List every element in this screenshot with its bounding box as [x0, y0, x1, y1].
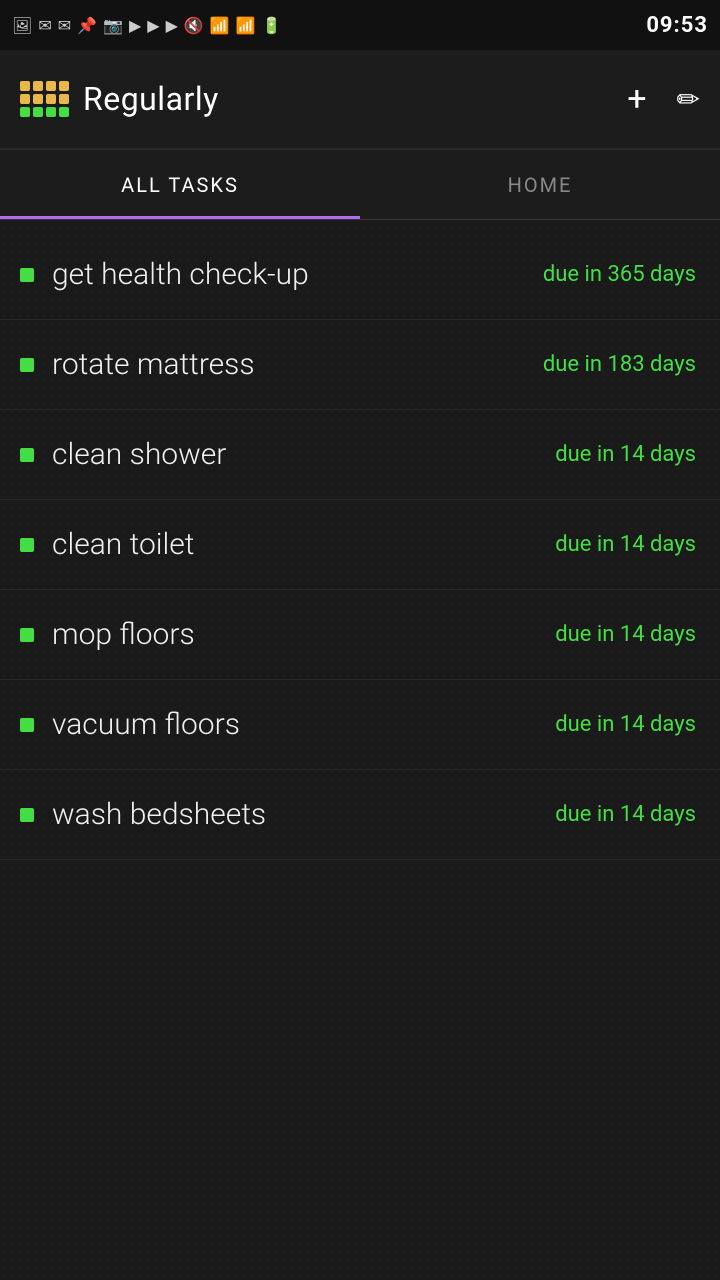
- task-name-5: mop floors: [52, 617, 195, 652]
- task-due-4: due in 14 days: [555, 532, 696, 557]
- task-bullet-2: [20, 358, 34, 372]
- app-title: Regularly: [83, 80, 219, 118]
- status-icons-left: 🖼 ✉ ✉ 📌 📷 ▶ ▶ ▶ 🔇 📶 📶 🔋: [12, 16, 282, 35]
- pin-icon: 📌: [77, 16, 97, 35]
- task-left-5: mop floors: [20, 617, 195, 652]
- task-left-3: clean shower: [20, 437, 226, 472]
- task-due-7: due in 14 days: [555, 802, 696, 827]
- task-item-7[interactable]: wash bedsheets due in 14 days: [0, 770, 720, 860]
- battery-icon: 🔋: [262, 16, 282, 35]
- status-bar: 🖼 ✉ ✉ 📌 📷 ▶ ▶ ▶ 🔇 📶 📶 🔋 09:53: [0, 0, 720, 50]
- task-name-7: wash bedsheets: [52, 797, 266, 832]
- logo-dot-1: [33, 81, 43, 91]
- task-bullet-7: [20, 808, 34, 822]
- task-due-1: due in 365 days: [543, 262, 696, 287]
- task-due-2: due in 183 days: [543, 352, 696, 377]
- add-button[interactable]: +: [627, 79, 646, 119]
- task-name-3: clean shower: [52, 437, 226, 472]
- task-item-2[interactable]: rotate mattress due in 183 days: [0, 320, 720, 410]
- task-bullet-4: [20, 538, 34, 552]
- task-bullet-1: [20, 268, 34, 282]
- task-left-1: get health check-up: [20, 257, 309, 292]
- logo-dot-6: [46, 94, 56, 104]
- logo-dot-5: [33, 94, 43, 104]
- mute-icon: 🔇: [184, 16, 204, 35]
- logo-dot-11: [59, 107, 69, 117]
- task-due-3: due in 14 days: [555, 442, 696, 467]
- email2-icon: ✉: [58, 16, 71, 35]
- task-list: get health check-up due in 365 days rotate…: [0, 220, 720, 870]
- app-logo: [20, 81, 69, 117]
- task-item-5[interactable]: mop floors due in 14 days: [0, 590, 720, 680]
- image-icon: 🖼: [12, 16, 32, 35]
- logo-dot-2: [46, 81, 56, 91]
- task-left-4: clean toilet: [20, 527, 194, 562]
- signal-icon: 📶: [236, 16, 256, 35]
- task-left-6: vacuum floors: [20, 707, 240, 742]
- logo-dot-3: [59, 81, 69, 91]
- logo-dot-9: [33, 107, 43, 117]
- task-due-6: due in 14 days: [555, 712, 696, 737]
- task-bullet-6: [20, 718, 34, 732]
- app-bar: Regularly + ✏: [0, 50, 720, 150]
- task-left-2: rotate mattress: [20, 347, 255, 382]
- logo-dot-7: [59, 94, 69, 104]
- tab-home[interactable]: HOME: [360, 150, 720, 219]
- task-item-4[interactable]: clean toilet due in 14 days: [0, 500, 720, 590]
- logo-dot-0: [20, 81, 30, 91]
- task-due-5: due in 14 days: [555, 622, 696, 647]
- task-name-4: clean toilet: [52, 527, 194, 562]
- camera-icon: 📷: [103, 16, 123, 35]
- task-left-7: wash bedsheets: [20, 797, 266, 832]
- tab-bar: ALL TASKS HOME: [0, 150, 720, 220]
- tab-all-tasks[interactable]: ALL TASKS: [0, 150, 360, 219]
- wifi-icon: 📶: [210, 16, 230, 35]
- logo-dot-8: [20, 107, 30, 117]
- task-item-6[interactable]: vacuum floors due in 14 days: [0, 680, 720, 770]
- task-bullet-5: [20, 628, 34, 642]
- play2-icon: ▶: [147, 16, 159, 35]
- play1-icon: ▶: [129, 16, 141, 35]
- task-name-1: get health check-up: [52, 257, 309, 292]
- logo-dot-10: [46, 107, 56, 117]
- task-name-2: rotate mattress: [52, 347, 255, 382]
- status-time: 09:53: [646, 13, 708, 38]
- task-item-1[interactable]: get health check-up due in 365 days: [0, 230, 720, 320]
- app-logo-area: Regularly: [20, 80, 627, 118]
- app-bar-actions: + ✏: [627, 79, 700, 119]
- email-icon: ✉: [38, 16, 51, 35]
- task-name-6: vacuum floors: [52, 707, 240, 742]
- task-bullet-3: [20, 448, 34, 462]
- play3-icon: ▶: [166, 16, 178, 35]
- logo-dot-4: [20, 94, 30, 104]
- task-item-3[interactable]: clean shower due in 14 days: [0, 410, 720, 500]
- edit-button[interactable]: ✏: [677, 83, 700, 116]
